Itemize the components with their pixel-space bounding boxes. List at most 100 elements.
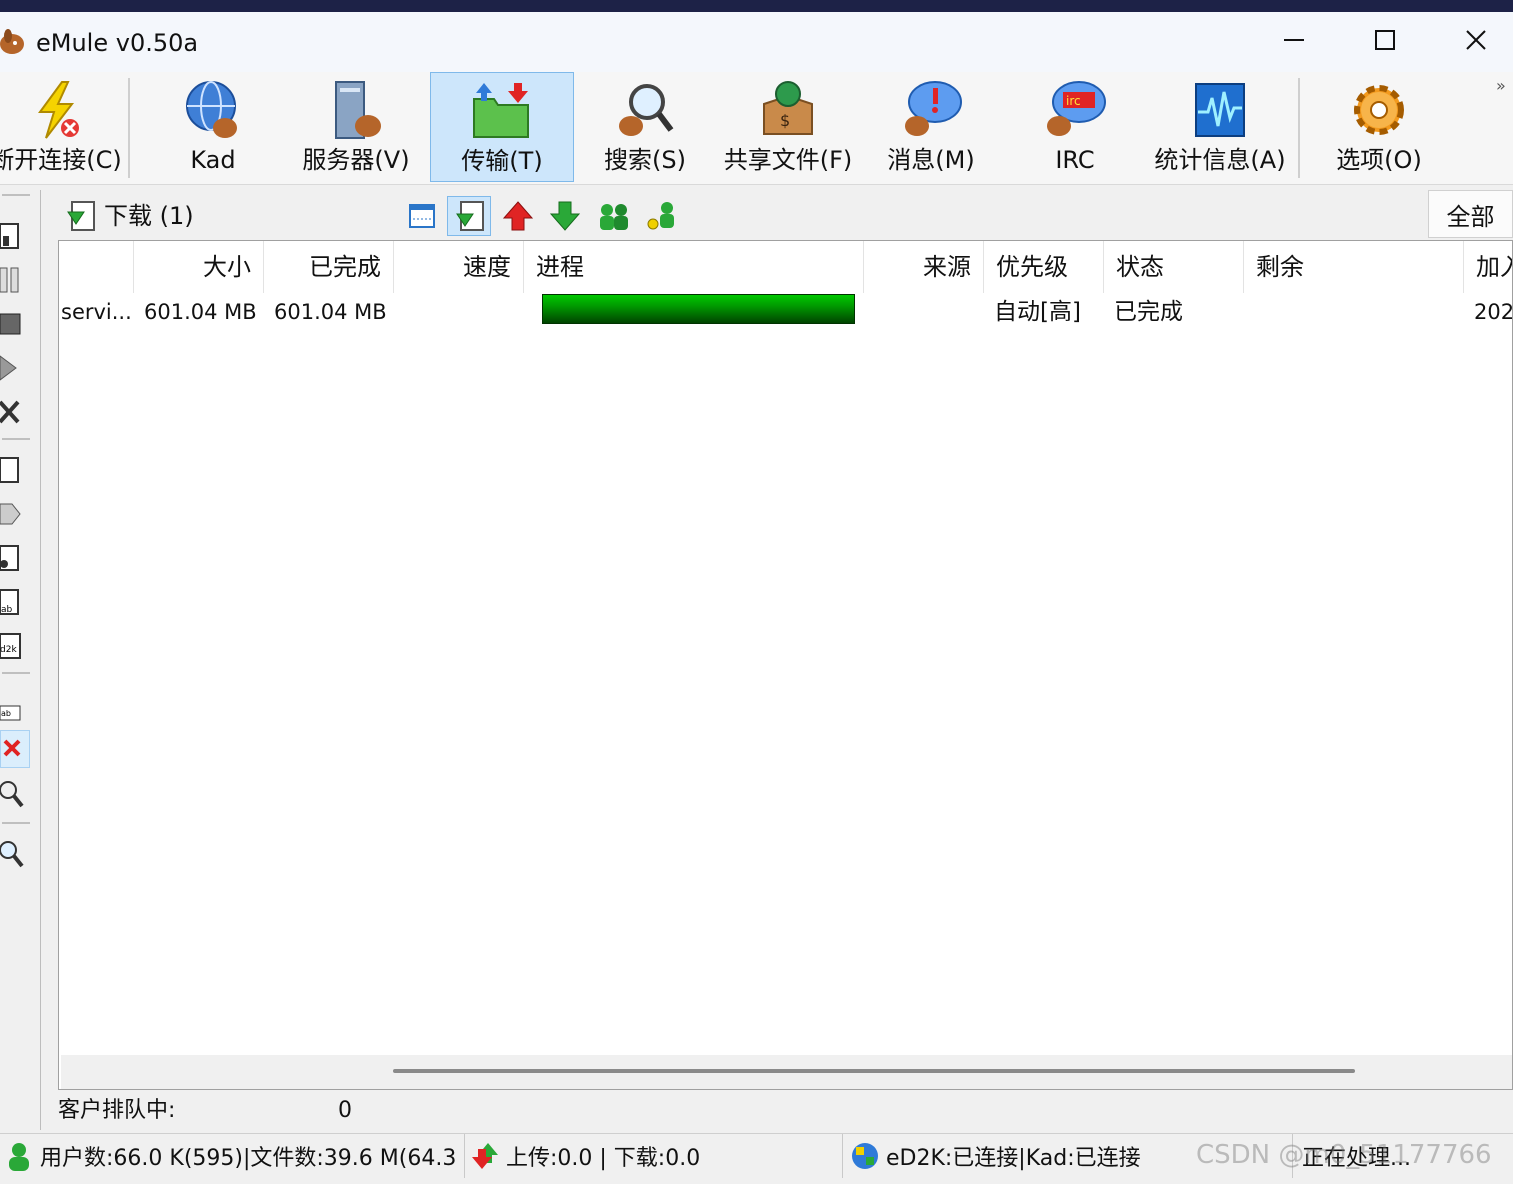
users-icon [9,1143,29,1171]
status-speed: 上传:0.0 | 下载:0.0 [466,1134,843,1178]
clear-completed-button[interactable] [0,730,30,768]
toolbar-label: 搜索(S) [604,146,686,174]
toolbar-shared-files-button[interactable]: $ 共享文件(F) [716,72,860,182]
download-list-icon [456,201,484,231]
column-header-progress[interactable]: 进程 [524,241,864,293]
open-file-icon[interactable] [0,454,28,486]
minimize-button[interactable] [1248,14,1340,66]
disconnect-lightning-icon [38,81,79,139]
pause-icon[interactable] [0,264,28,296]
pane-split-icon[interactable] [0,220,28,252]
toolbar-server-button[interactable]: 服务器(V) [288,72,424,182]
download-pane-title: 下载 (1) [104,202,194,230]
horizontal-scrollbar[interactable] [61,1055,1512,1089]
maximize-button[interactable] [1339,14,1431,66]
toolbar-options-button[interactable]: 选项(O) [1314,72,1444,182]
irc-icon: irc [1047,81,1106,136]
cell-completed: 601.04 MB [274,300,387,324]
background-window-strip [0,0,1513,12]
stop-icon[interactable] [0,308,28,340]
queue-users-icon [600,204,628,230]
toolbar-label: 统计信息(A) [1154,146,1286,174]
main-toolbar: 断开连接(C) Kad 服务器(V) 传输(T) 搜索(S) $ 共享文件(F)… [0,72,1513,185]
shared-files-box-icon: $ [763,81,813,135]
toolbar-separator [1298,78,1300,178]
toolbar-overflow-chevron[interactable]: » [1496,76,1506,95]
svg-text:d2k: d2k [0,645,17,655]
toolbar-messages-button[interactable]: 消息(M) [866,72,996,182]
toolbar-transfer-button[interactable]: 传输(T) [430,72,574,182]
column-header-name[interactable] [59,241,134,293]
toolbar-search-button[interactable]: 搜索(S) [580,72,710,182]
svg-text:$: $ [780,111,790,130]
options-gear-icon [1354,85,1404,135]
column-header-priority[interactable]: 优先级 [984,241,1104,293]
svg-text:irc: irc [1066,94,1081,108]
left-toolbar-separator [2,194,30,196]
downloads-view-button[interactable] [447,196,491,236]
cell-remaining [1244,295,1464,329]
transfer-folder-icon [473,83,529,138]
clients-icon [647,202,674,230]
column-header-size[interactable]: 大小 [134,241,264,293]
cell-sources [864,295,984,329]
ed2k-link-icon[interactable]: d2k [0,630,28,662]
find-icon[interactable] [0,778,28,810]
known-clients-button[interactable] [640,196,684,236]
cell-status: 已完成 [1114,299,1183,325]
close-icon [1466,30,1486,50]
toolbar-label: 消息(M) [887,146,975,174]
preview-icon[interactable] [0,498,28,530]
column-header-completed[interactable]: 已完成 [264,241,394,293]
uploads-view-button[interactable] [496,196,540,236]
users-files-text: 用户数:66.0 K(595)|文件数:39.6 M(64.3 K) [40,1146,465,1171]
column-header-sources[interactable]: 来源 [864,241,984,293]
queue-label: 客户排队中: [58,1098,176,1123]
scrollbar-thumb[interactable] [393,1069,1355,1073]
column-header-speed[interactable]: 速度 [394,241,524,293]
resume-icon[interactable] [0,352,28,384]
toolbar-label: 选项(O) [1336,146,1422,174]
status-users-files: 用户数:66.0 K(595)|文件数:39.6 M(64.3 K) [0,1134,465,1178]
title-bar: eMule v0.50a [0,12,1513,72]
toolbar-separator [128,78,130,178]
column-header-status[interactable]: 状态 [1104,241,1244,293]
column-header-added[interactable]: 加入 [1464,241,1512,293]
column-header-remaining[interactable]: 剩余 [1244,241,1464,293]
download-pane-icon [67,201,95,231]
window-title: eMule v0.50a [36,29,199,57]
downloads-list[interactable]: 大小 已完成 速度 进程 来源 优先级 状态 剩余 加入 servi... 60… [58,240,1513,1090]
toolbar-label: 服务器(V) [302,146,410,174]
downloading-clients-button[interactable] [543,196,587,236]
watermark: CSDN @m0_51177766 [1196,1140,1492,1170]
cell-size: 601.04 MB [144,300,257,324]
download-arrow-icon [549,201,581,231]
kad-globe-icon [186,81,237,138]
toolbar-kad-button[interactable]: Kad [146,72,280,182]
upload-arrow-icon [502,201,534,231]
statistics-icon [1195,83,1245,137]
close-button[interactable] [1430,14,1513,66]
cancel-icon[interactable] [0,396,28,428]
show-all-lists-button[interactable] [400,196,444,236]
toolbar-irc-button[interactable]: irc IRC [1010,72,1140,182]
emule-mule-icon [0,29,24,54]
category-filter-button[interactable]: 全部 [1428,190,1513,238]
toolbar-label: 共享文件(F) [723,146,853,174]
toolbar-statistics-button[interactable]: 统计信息(A) [1150,72,1290,182]
toolbar-label: Kad [190,146,236,174]
comments-icon[interactable]: ab [0,586,28,618]
upload-queue-button[interactable] [592,196,636,236]
cell-file-name: servi... [61,300,132,324]
rename-icon[interactable]: ab [0,694,28,726]
minimize-icon [1284,39,1304,41]
messages-bubble-icon [905,81,962,136]
left-toolbar-separator [2,672,30,674]
progress-bar [542,294,855,324]
red-x-icon [3,739,21,757]
queue-count: 0 [338,1098,352,1123]
search-icon[interactable] [0,838,28,870]
toolbar-disconnect-button[interactable]: 断开连接(C) [0,72,126,182]
window-list-icon [409,204,435,228]
file-details-icon[interactable] [0,542,28,574]
